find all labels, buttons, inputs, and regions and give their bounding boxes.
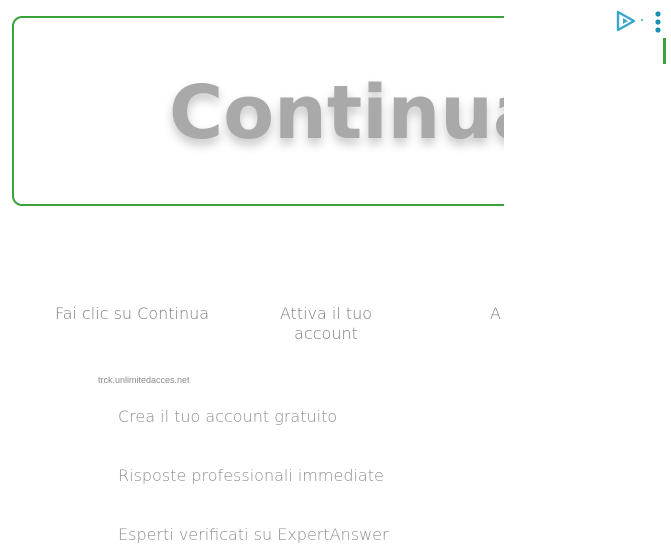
- step-3-label: A: [490, 304, 501, 323]
- feature-item-instant-answers: Risposte professionali immediate: [118, 466, 384, 485]
- ad-stage: Continua Fai clic su Continua Attiva il …: [0, 0, 671, 545]
- side-accent-line: [663, 38, 666, 64]
- ad-domain-text: trck.unlimitedacces.net: [98, 375, 190, 385]
- continue-button-label: Continua: [169, 70, 504, 156]
- continue-button[interactable]: Continua: [12, 16, 504, 206]
- adchoices-dot: [641, 19, 643, 21]
- adchoices-icon[interactable]: [614, 9, 638, 33]
- feature-item-verified-experts: Esperti verificati su ExpertAnswer: [118, 525, 389, 544]
- feature-item-free-account: Crea il tuo account gratuito: [118, 407, 338, 426]
- more-vert-icon[interactable]: [652, 10, 664, 34]
- ad-viewport: Continua Fai clic su Continua Attiva il …: [0, 0, 504, 545]
- step-1-label: Fai clic su Continua: [54, 304, 210, 323]
- step-2-label: Attiva il tuo account: [279, 304, 373, 343]
